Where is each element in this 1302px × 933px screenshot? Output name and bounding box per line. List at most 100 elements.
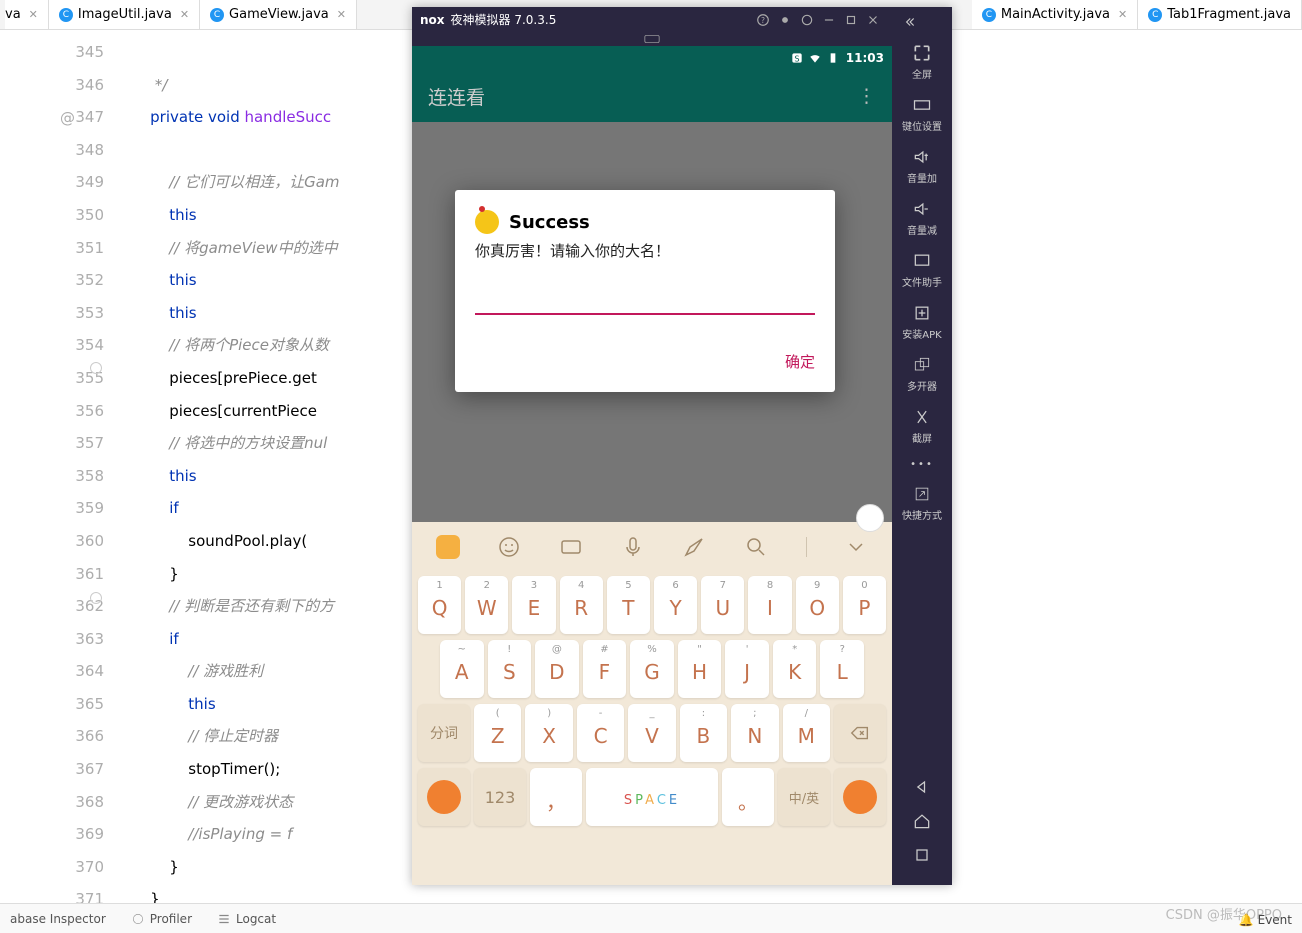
key-Q[interactable]: 1Q: [418, 576, 461, 634]
lang-key[interactable]: 中/英: [778, 768, 830, 826]
confirm-button[interactable]: 确定: [475, 351, 815, 372]
keyboard-toggle-icon[interactable]: [412, 32, 892, 46]
key-F[interactable]: #F: [583, 640, 627, 698]
key-A[interactable]: ~A: [440, 640, 484, 698]
key-W[interactable]: 2W: [465, 576, 508, 634]
ide-statusbar: abase Inspector Profiler Logcat: [0, 903, 1302, 933]
keyboard-icon[interactable]: [559, 535, 583, 559]
tab-tab1fragment[interactable]: CTab1Fragment.java: [1138, 0, 1302, 29]
key-B[interactable]: :B: [680, 704, 727, 762]
maximize-icon[interactable]: [844, 13, 858, 27]
key-O[interactable]: 9O: [796, 576, 839, 634]
sogou-icon[interactable]: [436, 535, 460, 559]
star-icon[interactable]: [778, 13, 792, 27]
key-X[interactable]: )X: [525, 704, 572, 762]
event-log[interactable]: 🔔 Event: [1239, 913, 1292, 927]
key-J[interactable]: 'J: [725, 640, 769, 698]
key-T[interactable]: 5T: [607, 576, 650, 634]
key-V[interactable]: _V: [628, 704, 675, 762]
multiopen-button[interactable]: 多开器: [907, 355, 937, 393]
emulator-sidebar: 全屏 键位设置 音量加 音量减 文件助手 安装APK 多开器 截屏 ••• 快捷…: [892, 7, 952, 885]
close-icon[interactable]: ✕: [180, 8, 189, 21]
backspace-key[interactable]: [834, 704, 886, 762]
java-icon: C: [59, 8, 73, 22]
num-key[interactable]: 123: [474, 768, 526, 826]
menu-dots-icon[interactable]: ⋮: [857, 85, 876, 107]
fullscreen-button[interactable]: 全屏: [912, 43, 932, 81]
emulator-titlebar[interactable]: nox 夜神模拟器 7.0.3.5 ?: [412, 7, 892, 32]
tab-gameview[interactable]: CGameView.java✕: [200, 0, 357, 29]
key-S[interactable]: !S: [488, 640, 532, 698]
comma-key[interactable]: ，: [530, 768, 582, 826]
key-N[interactable]: ;N: [731, 704, 778, 762]
key-E[interactable]: 3E: [512, 576, 555, 634]
key-U[interactable]: 7U: [701, 576, 744, 634]
tab[interactable]: va✕: [5, 0, 49, 29]
app-title: 连连看: [428, 83, 485, 110]
svg-text:?: ?: [761, 15, 765, 24]
sticker-key[interactable]: [418, 768, 470, 826]
key-D[interactable]: @D: [535, 640, 579, 698]
collapse-icon[interactable]: [844, 535, 868, 559]
close-icon[interactable]: [866, 13, 880, 27]
line-gutter[interactable]: 345346 347@ 348349350 351352353 354 3553…: [0, 30, 112, 903]
close-icon[interactable]: ✕: [1118, 8, 1127, 21]
help-icon[interactable]: ?: [756, 13, 770, 27]
override-icon: @: [60, 102, 75, 135]
minimize-icon[interactable]: [822, 13, 836, 27]
clock-text: 11:03: [846, 51, 884, 65]
close-icon[interactable]: ✕: [337, 8, 346, 21]
db-inspector-tab[interactable]: abase Inspector: [10, 912, 106, 926]
key-L[interactable]: ?L: [820, 640, 864, 698]
ime-icon: S: [790, 51, 804, 65]
nox-logo: nox: [420, 13, 445, 27]
tab-imageutil[interactable]: CImageUtil.java✕: [49, 0, 200, 29]
sticker-key[interactable]: [834, 768, 886, 826]
volumeup-button[interactable]: 音量加: [907, 147, 937, 185]
svg-text:S: S: [794, 54, 799, 64]
key-C[interactable]: -C: [577, 704, 624, 762]
back-button[interactable]: [912, 777, 932, 797]
installapk-button[interactable]: 安装APK: [902, 303, 941, 341]
key-P[interactable]: 0P: [843, 576, 886, 634]
more-button[interactable]: •••: [910, 459, 934, 470]
key-G[interactable]: %G: [630, 640, 674, 698]
profiler-tab[interactable]: Profiler: [131, 912, 192, 926]
dialog-title: Success: [475, 210, 815, 234]
logcat-tab[interactable]: Logcat: [217, 912, 276, 926]
key-I[interactable]: 8I: [748, 576, 791, 634]
gear-icon[interactable]: [800, 13, 814, 27]
volumedown-button[interactable]: 音量减: [907, 199, 937, 237]
emoji-icon[interactable]: [497, 535, 521, 559]
breakpoint-icon[interactable]: [90, 362, 102, 374]
app-toolbar: 连连看 ⋮: [412, 70, 892, 122]
key-R[interactable]: 4R: [560, 576, 603, 634]
java-icon: C: [210, 8, 224, 22]
key-Z[interactable]: (Z: [474, 704, 521, 762]
filehelper-button[interactable]: 文件助手: [902, 251, 942, 289]
name-input[interactable]: [475, 285, 815, 315]
key-H[interactable]: "H: [678, 640, 722, 698]
emulator-window: nox 夜神模拟器 7.0.3.5 ? S 11:03 连连看 ⋮ Succes…: [412, 7, 952, 885]
screenshot-button[interactable]: 截屏: [912, 407, 932, 445]
keymap-button[interactable]: 键位设置: [902, 95, 942, 133]
mic-icon[interactable]: [621, 535, 645, 559]
home-button[interactable]: [912, 811, 932, 831]
tab-mainactivity[interactable]: CMainActivity.java✕: [972, 0, 1138, 29]
fenzi-key[interactable]: 分词: [418, 704, 470, 762]
shortcut-button[interactable]: 快捷方式: [902, 484, 942, 522]
brush-icon[interactable]: [682, 535, 706, 559]
period-key[interactable]: 。: [722, 768, 774, 826]
collapse-sidebar-icon[interactable]: [902, 15, 916, 29]
key-K[interactable]: *K: [773, 640, 817, 698]
key-Y[interactable]: 6Y: [654, 576, 697, 634]
search-icon[interactable]: [744, 535, 768, 559]
key-M[interactable]: /M: [783, 704, 830, 762]
wifi-icon: [808, 51, 822, 65]
breakpoint-icon[interactable]: [90, 592, 102, 604]
recents-button[interactable]: [912, 845, 932, 865]
assistant-icon[interactable]: [856, 504, 884, 532]
dialog-message: 你真厉害！请输入你的大名！: [475, 240, 815, 261]
close-icon[interactable]: ✕: [29, 8, 38, 21]
space-key[interactable]: SPACE: [586, 768, 718, 826]
